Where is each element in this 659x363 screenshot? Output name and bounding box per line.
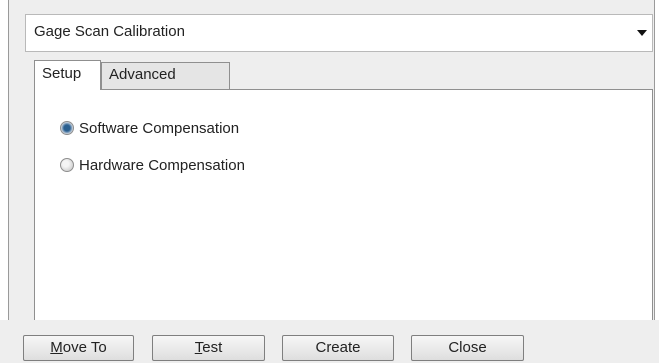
create-button[interactable]: Create — [282, 335, 394, 361]
radio-unchecked-icon[interactable] — [60, 158, 74, 172]
radio-checked-icon[interactable] — [60, 121, 74, 135]
move-to-button[interactable]: Move To — [23, 335, 134, 361]
move-to-mnemonic: M — [50, 339, 63, 356]
create-label: Create — [315, 339, 361, 356]
software-compensation-option[interactable]: Software Compensation — [60, 118, 239, 138]
close-label: Close — [448, 339, 487, 356]
hardware-compensation-option[interactable]: Hardware Compensation — [60, 155, 245, 175]
setup-tab-panel: Software Compensation Hardware Compensat… — [34, 89, 653, 320]
test-label-rest: est — [202, 339, 223, 356]
move-to-label-rest: ove To — [62, 339, 107, 356]
tab-setup-label: Setup — [42, 65, 82, 82]
dropdown-selected-value: Gage Scan Calibration — [34, 23, 185, 40]
test-button[interactable]: Test — [152, 335, 265, 361]
tab-setup[interactable]: Setup — [34, 60, 101, 90]
tab-advanced[interactable]: Advanced — [101, 62, 230, 89]
hardware-compensation-label: Hardware Compensation — [79, 156, 245, 174]
calibration-type-dropdown[interactable]: Gage Scan Calibration — [25, 14, 653, 52]
tab-advanced-label: Advanced — [109, 66, 176, 83]
chevron-down-icon[interactable] — [637, 30, 647, 36]
button-bar: Move To Test Create Close — [0, 320, 659, 363]
close-button[interactable]: Close — [411, 335, 524, 361]
software-compensation-label: Software Compensation — [79, 119, 240, 137]
